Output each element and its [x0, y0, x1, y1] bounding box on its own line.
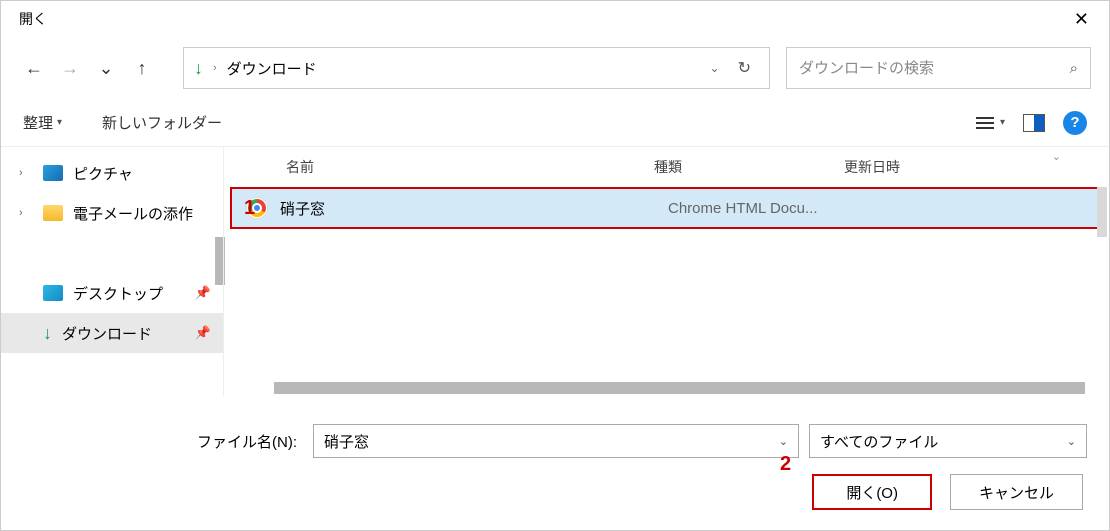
chevron-right-icon: › — [19, 207, 33, 219]
downloads-icon: ↓ — [43, 323, 52, 344]
horizontal-scrollbar[interactable] — [274, 382, 1085, 394]
column-type[interactable]: 種類 — [654, 157, 844, 177]
annotation-1: 1 — [244, 197, 255, 220]
filename-input[interactable]: 硝子窓 ⌄ — [313, 424, 799, 458]
location-dropdown-icon[interactable]: ⌄ — [710, 61, 720, 75]
filetype-select[interactable]: すべてのファイル ⌄ — [809, 424, 1087, 458]
pin-icon: 📌 — [195, 285, 211, 301]
chevron-down-icon[interactable]: ⌄ — [1067, 435, 1076, 448]
chevron-down-icon[interactable]: ⌄ — [779, 435, 788, 448]
filename-label: ファイル名(N): — [23, 431, 303, 452]
cancel-button[interactable]: キャンセル — [950, 474, 1083, 510]
recent-dropdown[interactable]: ⌄ — [91, 53, 121, 83]
desktop-icon — [43, 285, 63, 301]
breadcrumb-separator: › — [213, 62, 217, 74]
column-headers[interactable]: 名前 種類 更新日時 ⌄ — [224, 147, 1109, 187]
column-date[interactable]: 更新日時 — [844, 157, 1109, 177]
up-button[interactable]: ↑ — [127, 53, 157, 83]
current-location: ダウンロード — [227, 58, 700, 79]
address-bar[interactable]: ↓ › ダウンロード ⌄ ↻ — [183, 47, 770, 89]
back-button[interactable]: ← — [19, 53, 49, 83]
view-menu[interactable]: ▾ — [976, 117, 1005, 129]
vertical-scrollbar[interactable] — [1097, 187, 1107, 237]
preview-pane-button[interactable] — [1023, 114, 1045, 132]
sidebar-item-label: デスクトップ — [73, 283, 163, 304]
chevron-right-icon: › — [19, 167, 33, 179]
search-input[interactable] — [799, 60, 1070, 77]
file-name: 硝子窓 — [280, 198, 668, 219]
dialog-title: 開く — [19, 9, 47, 29]
downloads-icon: ↓ — [194, 58, 203, 79]
search-icon: ⌕ — [1070, 60, 1078, 77]
pictures-icon — [43, 165, 63, 181]
annotation-2: 2 — [780, 453, 791, 476]
refresh-button[interactable]: ↻ — [730, 58, 759, 78]
sidebar-item-desktop[interactable]: デスクトップ 📌 — [1, 273, 223, 313]
column-name[interactable]: 名前 — [224, 157, 654, 177]
help-button[interactable]: ? — [1063, 111, 1087, 135]
new-folder-button[interactable]: 新しいフォルダー — [102, 112, 222, 133]
file-list: 名前 種類 更新日時 ⌄ 硝子窓 Chrome HTML Docu... — [223, 147, 1109, 396]
navigation-sidebar: › ピクチャ › 電子メールの添作 デスクトップ 📌 ↓ ダウンロード 📌 — [1, 147, 223, 396]
sidebar-item-downloads[interactable]: ↓ ダウンロード 📌 — [1, 313, 223, 353]
sidebar-item-label: ダウンロード — [62, 323, 152, 344]
sidebar-item-email-attachments[interactable]: › 電子メールの添作 — [1, 193, 223, 233]
close-button[interactable]: ✕ — [1066, 5, 1097, 34]
pin-icon: 📌 — [195, 325, 211, 341]
sidebar-item-label: ピクチャ — [73, 163, 133, 184]
list-view-icon — [976, 117, 994, 129]
sidebar-item-pictures[interactable]: › ピクチャ — [1, 153, 223, 193]
file-row[interactable]: 硝子窓 Chrome HTML Docu... — [230, 187, 1103, 229]
file-type: Chrome HTML Docu... — [668, 200, 858, 217]
search-box[interactable]: ⌕ — [786, 47, 1091, 89]
forward-button[interactable]: → — [55, 53, 85, 83]
sidebar-item-label: 電子メールの添作 — [73, 203, 193, 224]
folder-icon — [43, 205, 63, 221]
sort-indicator-icon: ⌄ — [1052, 150, 1061, 163]
organize-menu[interactable]: 整理▾ — [23, 112, 62, 133]
open-button[interactable]: 開く(O) — [812, 474, 932, 510]
